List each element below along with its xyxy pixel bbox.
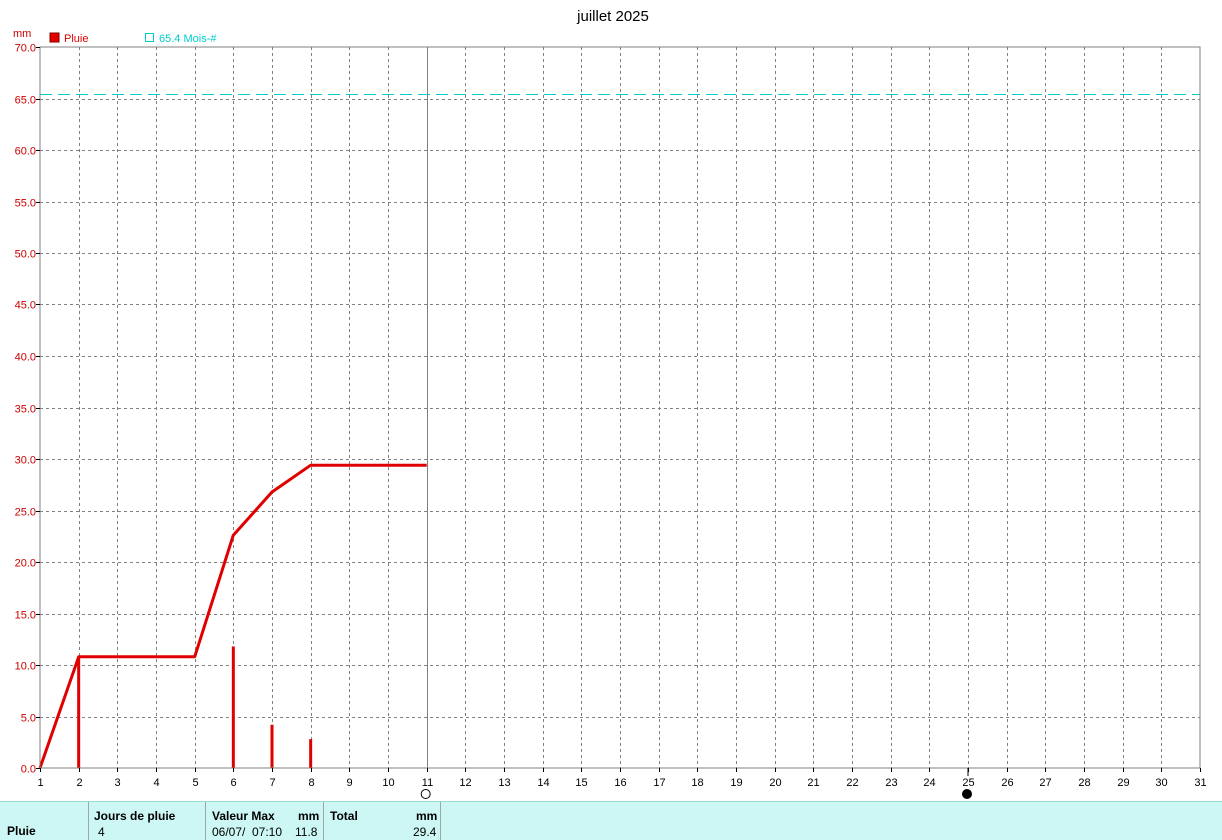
x-tick-label: 29 [1117,777,1129,789]
legend: Pluie 65.4 Mois-# [49,32,217,45]
jours-value: 4 [98,825,105,839]
grid [40,47,1200,768]
x-tick-label: 10 [382,777,394,789]
y-tick-label: 40.0 [15,352,36,364]
total-value: 29.4 [413,825,437,839]
new-moon-icon [962,789,972,799]
x-tick-label: 2 [76,777,82,789]
rain-chart: juillet 2025 mm Pluie 65.4 Mois-# 0.0 5.0… [13,8,1207,799]
x-tick-label: 11 [422,777,433,789]
x-tick-label: 3 [114,777,120,789]
x-tick-label: 7 [269,777,275,789]
x-tick-label: 9 [346,777,352,789]
summary-jours-cell: Jours de pluie 4 [89,802,206,840]
x-axis: 1 2 3 4 5 6 7 8 9 10 11 12 13 14 15 16 17 18 19 20 21 22 23 24 2… [37,768,1207,789]
daily-bars-layer [77,646,313,768]
summary-total-cell: Total mm 29.4 [324,802,441,840]
x-tick-label: 12 [459,777,471,789]
y-tick-label: 45.0 [15,300,36,312]
y-tick-label: 60.0 [15,146,36,158]
valeur-max-value: 11.8 [295,825,318,839]
y-tick-label: 0.0 [21,764,36,776]
x-tick-label: 15 [575,777,587,789]
total-header: Total [330,809,358,823]
summary-row-label: Pluie [7,824,36,838]
x-tick-label: 28 [1078,777,1090,789]
y-tick-label: 25.0 [15,507,36,519]
y-tick-label: 70.0 [15,43,36,55]
y-tick-label: 10.0 [15,661,36,673]
x-tick-label: 22 [846,777,858,789]
x-tick-label: 23 [885,777,897,789]
legend-swatch-reference [145,33,154,42]
full-moon-icon [420,789,431,799]
x-tick-label: 26 [1001,777,1013,789]
x-tick-label: 25 [962,777,974,789]
valeur-max-date: 06/07/ [212,825,246,839]
y-tick-label: 65.0 [15,95,36,107]
x-tick-label: 19 [730,777,742,789]
y-tick-label: 35.0 [15,404,36,416]
x-tick-label: 13 [498,777,510,789]
chart-title: juillet 2025 [576,8,649,25]
x-tick-label: 8 [308,777,314,789]
valeur-max-header: Valeur Max [212,809,275,823]
y-tick-label: 55.0 [15,198,36,210]
x-tick-label: 31 [1194,777,1206,789]
x-tick-label: 21 [807,777,819,789]
legend-label-pluie: Pluie [64,33,88,45]
y-tick-label: 5.0 [21,713,36,725]
x-tick-label: 16 [614,777,626,789]
summary-table: Pluie Jours de pluie 4 Valeur Max mm 06/… [0,801,1222,840]
y-tick-label: 50.0 [15,249,36,261]
x-tick-label: 6 [230,777,236,789]
legend-swatch-pluie [49,32,60,43]
x-tick-label: 4 [153,777,159,789]
legend-label-reference: 65.4 Mois-# [159,33,217,45]
x-tick-label: 30 [1155,777,1167,789]
x-tick-label: 5 [192,777,198,789]
x-tick-label: 14 [537,777,549,789]
x-tick-label: 20 [769,777,781,789]
summary-max-cell: Valeur Max mm 06/07/ 07:10 11.8 [206,802,324,840]
y-tick-label: 20.0 [15,558,36,570]
summary-label-cell: Pluie [0,802,89,840]
jours-header: Jours de pluie [94,809,176,823]
valeur-max-time: 07:10 [252,825,283,839]
y-tick-label: 15.0 [15,610,36,622]
y-axis-unit: mm [13,28,31,40]
valeur-max-unit: mm [298,809,320,823]
y-tick-label: 30.0 [15,455,36,467]
y-axis: 0.0 5.0 10.0 15.0 20.0 25.0 30.0 35.0 40.0 45.0 50… [15,43,40,776]
x-tick-label: 1 [37,777,43,789]
total-unit: mm [416,809,438,823]
x-tick-label: 24 [923,777,935,789]
x-tick-label: 17 [653,777,665,789]
x-tick-label: 27 [1039,777,1051,789]
x-tick-label: 18 [691,777,703,789]
